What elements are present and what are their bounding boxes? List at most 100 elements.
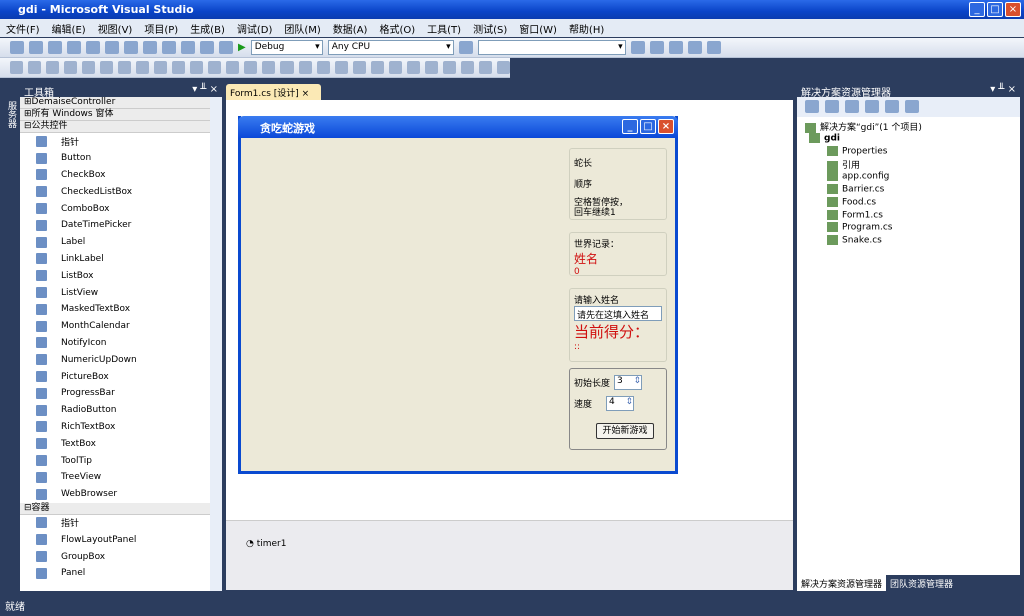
menu-item[interactable]: 调试(D) (237, 21, 273, 36)
toolbox-item[interactable]: NumericUpDown (20, 351, 210, 368)
info-groupbox[interactable]: 蛇长 顺序 空格暂停按，回车继续1 (569, 148, 667, 220)
view-designer-icon[interactable] (885, 100, 899, 113)
menu-item[interactable]: 数据(A) (333, 21, 368, 36)
tree-item[interactable]: Barrier.cs (805, 183, 1020, 197)
properties-icon[interactable] (805, 100, 819, 113)
toolbox-item[interactable]: RadioButton (20, 402, 210, 419)
form-designer[interactable]: 贪吃蛇游戏 _ □ × 蛇长 顺序 空格暂停按，回车继续1 世界记录： 姓名 0 请… (238, 116, 678, 474)
class-diagram-icon[interactable] (905, 100, 919, 113)
toolbox-item[interactable]: MaskedTextBox (20, 301, 210, 318)
layout-align-icon[interactable] (352, 61, 366, 74)
tab-team-explorer[interactable]: 团队资源管理器 (886, 575, 957, 591)
toolbox-group[interactable]: ⊞所有 Windows 窗体 (20, 109, 210, 121)
speed-stepper[interactable]: 4 ⇕ (606, 396, 635, 411)
toolbox-item[interactable]: DateTimePicker (20, 217, 210, 234)
navigate-icon[interactable] (200, 41, 214, 54)
cut-icon[interactable] (105, 41, 119, 54)
menu-item[interactable]: 帮助(H) (569, 21, 604, 36)
layout-align-icon[interactable] (172, 61, 186, 74)
tree-item[interactable]: Properties (805, 145, 1020, 159)
toolbox-item[interactable]: Label (20, 234, 210, 251)
maximize-button[interactable]: □ (987, 2, 1003, 17)
toolbox-pin-close[interactable]: ▾ ╨ × (192, 84, 218, 95)
show-all-files-icon[interactable] (825, 100, 839, 113)
layout-align-icon[interactable] (478, 61, 492, 74)
view-code-icon[interactable] (865, 100, 879, 113)
player-groupbox[interactable]: 请输入姓名 请先在这填入姓名 当前得分： :: (569, 288, 667, 362)
minimize-button[interactable]: _ (969, 2, 985, 17)
toolbox-item[interactable]: RichTextBox (20, 419, 210, 436)
start-page-icon[interactable] (706, 41, 721, 54)
toolbox-icon[interactable] (687, 41, 702, 54)
tree-item[interactable]: app.config (805, 171, 1020, 184)
layout-align-icon[interactable] (10, 61, 24, 74)
toolbox-item[interactable]: ListBox (20, 267, 210, 284)
layout-align-icon[interactable] (208, 61, 222, 74)
layout-align-icon[interactable] (226, 61, 240, 74)
tree-item[interactable]: Program.cs (805, 222, 1020, 235)
menu-item[interactable]: 窗口(W) (519, 21, 557, 36)
menu-item[interactable]: 项目(P) (144, 21, 178, 36)
platform-select[interactable]: Any CPU (327, 40, 454, 55)
find-in-files-icon[interactable] (458, 41, 473, 54)
menu-item[interactable]: 格式(O) (379, 21, 415, 36)
layout-align-icon[interactable] (370, 61, 384, 74)
name-input[interactable]: 请先在这填入姓名 (574, 306, 662, 321)
toolbox-item[interactable]: CheckedListBox (20, 183, 210, 200)
save-all-icon[interactable] (86, 41, 100, 54)
properties-icon[interactable] (649, 41, 664, 54)
add-item-icon[interactable] (29, 41, 43, 54)
layout-align-icon[interactable] (388, 61, 402, 74)
start-debug-icon[interactable]: ▶ (238, 42, 246, 53)
find-input[interactable] (477, 40, 626, 55)
tree-item[interactable]: Form1.cs (805, 209, 1020, 223)
layout-align-icon[interactable] (298, 61, 312, 74)
server-explorer-tab[interactable]: 服务器 (0, 83, 18, 173)
nav-forward-icon[interactable] (219, 41, 233, 54)
toolbox-item[interactable]: ListView (20, 284, 210, 301)
timer1-component[interactable]: ◔ timer1 (246, 539, 793, 549)
layout-align-icon[interactable] (46, 61, 60, 74)
tree-item[interactable]: 解决方案“gdi”(1 个项目) (805, 120, 1020, 133)
menu-item[interactable]: 文件(F) (6, 21, 40, 36)
paste-icon[interactable] (143, 41, 157, 54)
toolbox-item[interactable]: MonthCalendar (20, 318, 210, 335)
toolbox-scrollbar[interactable] (210, 97, 222, 591)
layout-align-icon[interactable] (64, 61, 78, 74)
save-icon[interactable] (67, 41, 81, 54)
layout-align-icon[interactable] (442, 61, 456, 74)
toolbox-item[interactable]: ComboBox (20, 200, 210, 217)
toolbox-item[interactable]: 指针 (20, 515, 210, 532)
toolbox-item[interactable]: ProgressBar (20, 385, 210, 402)
toolbox-item[interactable]: FlowLayoutPanel (20, 531, 210, 548)
refresh-icon[interactable] (845, 100, 859, 113)
settings-groupbox[interactable]: 初始长度 3 ⇕ 速度 4 ⇕ 开始新游戏 (569, 368, 667, 450)
layout-align-icon[interactable] (244, 61, 258, 74)
toolbox-group[interactable]: ⊞DemaiseController (20, 97, 210, 109)
menu-item[interactable]: 生成(B) (190, 21, 225, 36)
record-groupbox[interactable]: 世界记录： 姓名 0 (569, 232, 667, 277)
layout-align-icon[interactable] (496, 61, 510, 74)
toolbox-item[interactable]: 指针 (20, 133, 210, 150)
layout-align-icon[interactable] (424, 61, 438, 74)
close-button[interactable]: × (1005, 2, 1021, 17)
layout-align-icon[interactable] (406, 61, 420, 74)
config-select[interactable]: Debug (250, 40, 323, 55)
open-icon[interactable] (48, 41, 62, 54)
layout-align-icon[interactable] (334, 61, 348, 74)
menu-item[interactable]: 测试(S) (473, 21, 507, 36)
menu-item[interactable]: 编辑(E) (52, 21, 86, 36)
layout-align-icon[interactable] (118, 61, 132, 74)
layout-align-icon[interactable] (28, 61, 42, 74)
layout-align-icon[interactable] (136, 61, 150, 74)
tab-form1-design[interactable]: Form1.cs [设计] × (226, 84, 321, 100)
tab-solution-explorer[interactable]: 解决方案资源管理器 (797, 575, 887, 591)
copy-icon[interactable] (124, 41, 138, 54)
toolbox-item[interactable]: ToolTip (20, 452, 210, 469)
layout-align-icon[interactable] (154, 61, 168, 74)
tree-item[interactable]: Snake.cs (805, 235, 1020, 248)
toolbox-item[interactable]: TreeView (20, 469, 210, 486)
layout-align-icon[interactable] (460, 61, 474, 74)
toolbox-item[interactable]: LinkLabel (20, 251, 210, 268)
layout-align-icon[interactable] (280, 61, 294, 74)
